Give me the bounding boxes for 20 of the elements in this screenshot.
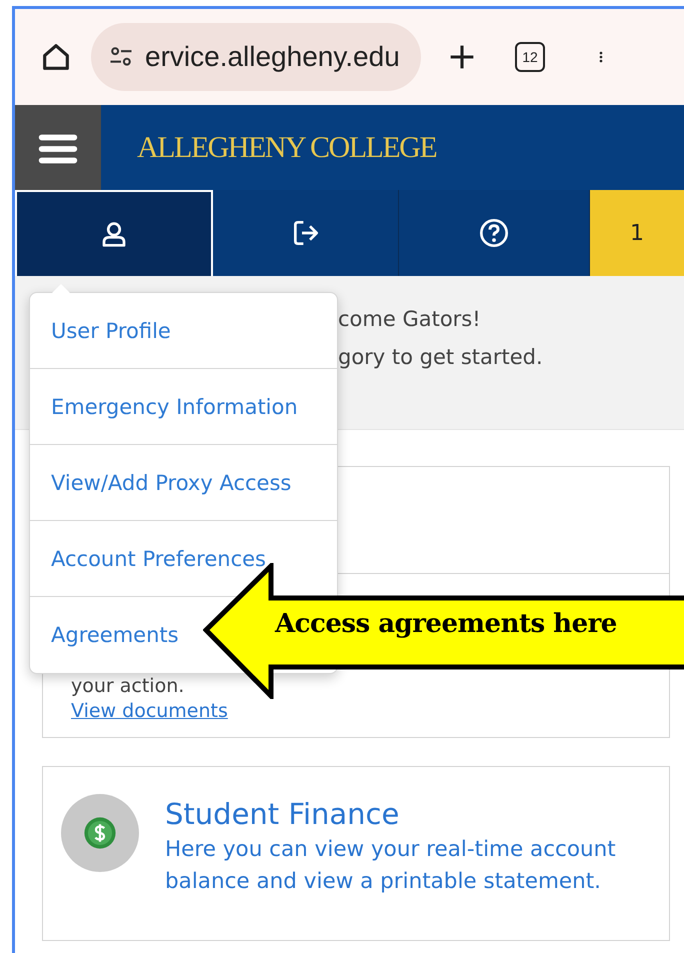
menu-item[interactable]: User Profile — [51, 300, 171, 360]
help-icon — [478, 217, 510, 249]
menu-item[interactable]: View/Add Proxy Access — [51, 452, 292, 512]
menu-item[interactable]: Account Preferences — [51, 528, 266, 588]
college-logo[interactable]: ALLEGHENY COLLEGE — [137, 130, 436, 164]
address-bar[interactable]: ervice.allegheny.edu — [91, 23, 421, 91]
card-text: your action. — [71, 674, 184, 698]
menu-button[interactable] — [15, 105, 101, 190]
student-finance-link[interactable]: Student Finance — [165, 794, 400, 834]
url-text: ervice.allegheny.edu — [145, 41, 400, 73]
nav-tab[interactable]: 1 — [590, 190, 684, 276]
callout-text: Access agreements here — [275, 609, 617, 639]
view-documents-link[interactable]: View documents — [71, 698, 228, 724]
welcome-text: come Gators! — [338, 306, 482, 333]
dollar-coin-icon — [83, 816, 117, 850]
welcome-text: gory to get started. — [338, 344, 544, 371]
menu-item[interactable]: Emergency Information — [51, 376, 298, 436]
menu-item[interactable]: Agreements — [51, 605, 179, 665]
tab-count-button[interactable]: 12 — [515, 42, 545, 72]
card-description: Here you can view your real-time account balance and view a printable statement. — [165, 836, 617, 896]
